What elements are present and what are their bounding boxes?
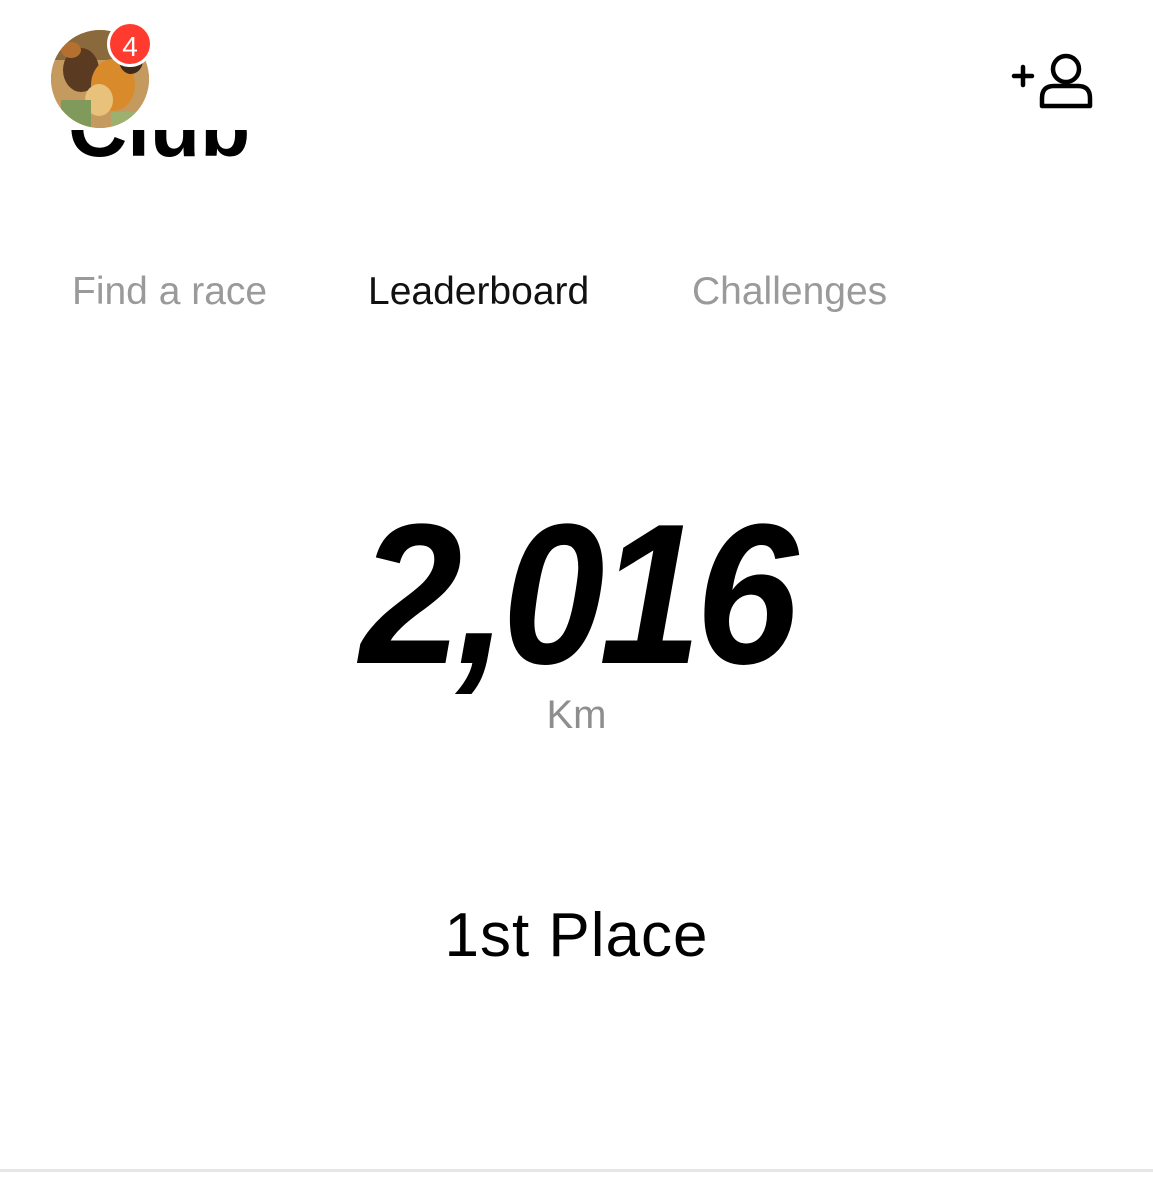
distance-stat: 2,016 [0, 490, 1153, 700]
tab-bar: Find a race Leaderboard Challenges [0, 262, 1153, 322]
notification-badge: 4 [107, 21, 153, 67]
rank-label: 1st Place [444, 901, 709, 970]
add-person-icon [1011, 53, 1093, 109]
page-title: Club [68, 130, 250, 170]
distance-unit: Km [546, 693, 607, 737]
distance-value: 2,016 [360, 483, 798, 706]
tab-challenges[interactable]: Challenges [692, 268, 887, 316]
bottom-divider [0, 1169, 1153, 1172]
tab-find-a-race[interactable]: Find a race [72, 268, 267, 316]
add-friend-button[interactable] [1008, 48, 1098, 114]
club-screen: Club 4 Find a race Leaderboard Challenge… [0, 0, 1153, 1200]
tab-leaderboard[interactable]: Leaderboard [368, 268, 589, 316]
page-title-container: Club [60, 130, 460, 176]
